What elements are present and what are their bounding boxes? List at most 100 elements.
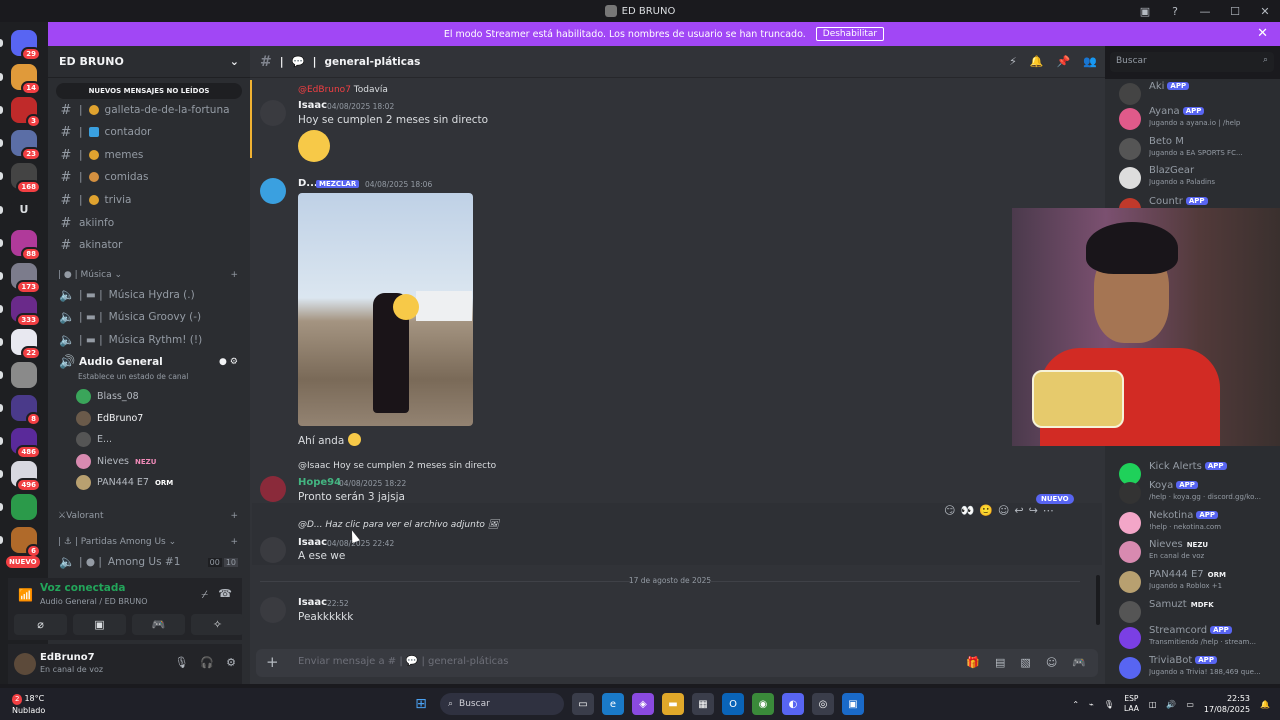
pin-icon[interactable]: 📌 — [1057, 55, 1071, 68]
avatar[interactable] — [14, 653, 36, 675]
member-item[interactable]: Koya APP/help · koya.gg · discord.gg/ko..… — [1119, 480, 1279, 504]
tray-network-icon[interactable]: ⌁ — [1089, 700, 1094, 709]
store-icon[interactable]: ▦ — [692, 693, 714, 715]
microphone-icon[interactable]: 🎙 — [174, 656, 188, 669]
minimize-button[interactable]: — — [1190, 5, 1220, 18]
close-window-button[interactable]: ✕ — [1250, 5, 1280, 18]
windows-start-icon[interactable]: ⊞ — [410, 693, 432, 715]
image-attachment[interactable] — [298, 193, 473, 426]
reply-icon[interactable]: ↩ — [1014, 504, 1023, 517]
server-icon[interactable]: 333 — [0, 296, 41, 327]
voice-channel-rythm[interactable]: 🔈 | ▬ | Música Rythm! (!) — [56, 329, 244, 351]
add-attachment-icon[interactable]: + — [266, 653, 279, 671]
add-channel-icon[interactable]: + — [230, 511, 238, 521]
tray-mic-icon[interactable]: 🎙 — [1104, 700, 1114, 709]
obs-icon[interactable]: ◎ — [812, 693, 834, 715]
server-icon[interactable]: 22 — [0, 329, 41, 360]
reaction-icon[interactable]: 😏 — [944, 504, 955, 517]
maximize-button[interactable]: ☐ — [1220, 5, 1250, 18]
server-icon[interactable]: 88 — [0, 230, 41, 261]
clock[interactable]: 22:53 17/08/2025 — [1204, 693, 1250, 715]
gif-icon[interactable]: ▤ — [995, 656, 1005, 669]
voice-channel-audio-general[interactable]: 🔊 Audio General ● ⚙ — [56, 351, 244, 373]
server-icon[interactable]: 173 — [0, 263, 41, 294]
server-icon[interactable]: 496 — [0, 461, 41, 492]
member-item[interactable]: Samuzt MDFK — [1119, 599, 1279, 623]
voice-user[interactable]: EdBruno7 — [76, 411, 143, 426]
member-item[interactable]: TriviaBot APP Jugando a Trivia! 188,469 qu… — [1119, 655, 1279, 679]
search-input[interactable]: Buscar ⌕ — [1110, 52, 1274, 72]
member-item[interactable]: Nekotina APP !help · nekotina.com — [1119, 510, 1279, 534]
reply-preview[interactable]: @Isaac Hoy se cumplen 2 meses sin direct… — [298, 461, 496, 471]
more-icon[interactable]: ⋯ — [1043, 504, 1054, 517]
smile-icon[interactable]: 🙂 — [979, 504, 993, 517]
voice-status[interactable]: Voz conectada — [40, 582, 126, 594]
server-icon[interactable] — [0, 494, 37, 520]
close-banner-icon[interactable]: ✕ — [1257, 26, 1268, 41]
activity-button[interactable]: 🎮 — [132, 614, 185, 635]
server-icon[interactable]: 6 — [0, 527, 41, 558]
category-musica[interactable]: | ● | Música ⌄ + — [58, 270, 238, 280]
member-item[interactable]: Nieves NEZU En canal de voz — [1119, 539, 1279, 563]
camera-off-button[interactable]: ⌀ — [14, 614, 67, 635]
member-item[interactable]: Aki APP — [1119, 81, 1279, 105]
app-icon[interactable]: ▣ — [842, 693, 864, 715]
server-icon[interactable]: 486 — [0, 428, 41, 459]
server-header[interactable]: ED BRUNO ⌄ — [48, 46, 250, 78]
avatar[interactable] — [260, 537, 286, 563]
channel-trivia[interactable]: # | trivia — [56, 189, 244, 211]
message-author[interactable]: D... — [298, 178, 318, 189]
threads-icon[interactable]: ⚡ — [1009, 55, 1017, 68]
member-item[interactable]: Ayana APP Jugando a ayana.io | /help — [1119, 106, 1279, 130]
disconnect-icon[interactable]: ☎ — [218, 587, 232, 600]
gift-icon[interactable]: 🎁 — [966, 656, 980, 669]
language-indicator[interactable]: ESP LAA — [1124, 694, 1139, 714]
add-channel-icon[interactable]: + — [230, 537, 238, 547]
taskbar-search[interactable]: ⌕ Buscar — [440, 693, 564, 715]
channel-galleta[interactable]: # | galleta-de-de-la-fortuna — [56, 99, 244, 121]
eyes-icon[interactable]: 👀 — [960, 504, 974, 517]
emoji-icon[interactable]: ☺ — [1046, 656, 1057, 669]
bell-icon[interactable]: 🔔 — [1030, 55, 1044, 68]
avatar[interactable] — [260, 100, 286, 126]
member-item[interactable]: BlazGear Jugando a Paladins — [1119, 165, 1279, 189]
voice-location[interactable]: Audio General / ED BRUNO — [40, 597, 148, 606]
add-channel-icon[interactable]: + — [230, 270, 238, 280]
notification-icon[interactable]: 🔔 — [1260, 700, 1270, 709]
server-icon[interactable]: 29 — [0, 30, 41, 61]
wifi-icon[interactable]: ◫ — [1149, 700, 1157, 709]
channel-contador[interactable]: # | contador — [56, 121, 244, 143]
disable-streamer-button[interactable]: Deshabilitar — [815, 27, 885, 41]
category-valorant[interactable]: ⚔Valorant + — [58, 511, 238, 521]
member-item[interactable]: Beto M Jugando a EA SPORTS FC... — [1119, 136, 1279, 160]
server-icon[interactable]: U — [0, 197, 37, 223]
member-item[interactable]: PAN444 E7 ORM Jugando a Roblox +1 — [1119, 569, 1279, 593]
tray-chevron-icon[interactable]: ⌃ — [1072, 700, 1079, 709]
members-icon[interactable]: 👥 — [1083, 55, 1097, 68]
server-icon[interactable]: 14 — [0, 64, 41, 95]
avatar[interactable] — [260, 178, 286, 204]
help-icon[interactable]: ? — [1160, 5, 1190, 18]
voice-channel-groovy[interactable]: 🔈 | ▬ | Música Groovy (-) — [56, 306, 244, 328]
reply-preview[interactable]: @EdBruno7 Todavía — [298, 85, 388, 95]
channel-status[interactable]: Establece un estado de canal — [78, 372, 188, 381]
voice-user[interactable]: E... — [76, 432, 112, 447]
server-icon[interactable]: 23 — [0, 130, 41, 161]
message-author[interactable]: Isaac — [298, 537, 327, 548]
soundboard-button[interactable]: ✧ — [191, 614, 244, 635]
voice-user[interactable]: PAN444 E7 ORM — [76, 475, 173, 490]
headphones-icon[interactable]: 🎧 — [200, 656, 214, 669]
inbox-icon[interactable]: ▣ — [1130, 5, 1160, 18]
sticker-icon[interactable]: ▧ — [1020, 656, 1030, 669]
task-view-icon[interactable]: ▭ — [572, 693, 594, 715]
copilot-icon[interactable]: ◈ — [632, 693, 654, 715]
user-name[interactable]: EdBruno7 — [40, 652, 95, 663]
message-author[interactable]: Isaac — [298, 100, 327, 111]
voice-user[interactable]: Nieves NEZU — [76, 454, 156, 469]
message-author[interactable]: Isaac — [298, 597, 327, 608]
apps-icon[interactable]: 🎮 — [1072, 656, 1086, 669]
unread-messages-pill[interactable]: NUEVOS MENSAJES NO LEÍDOS — [56, 83, 242, 99]
server-icon[interactable]: 8 — [0, 395, 41, 426]
avatar[interactable] — [260, 597, 286, 623]
new-servers-badge[interactable]: NUEVO — [6, 556, 40, 568]
